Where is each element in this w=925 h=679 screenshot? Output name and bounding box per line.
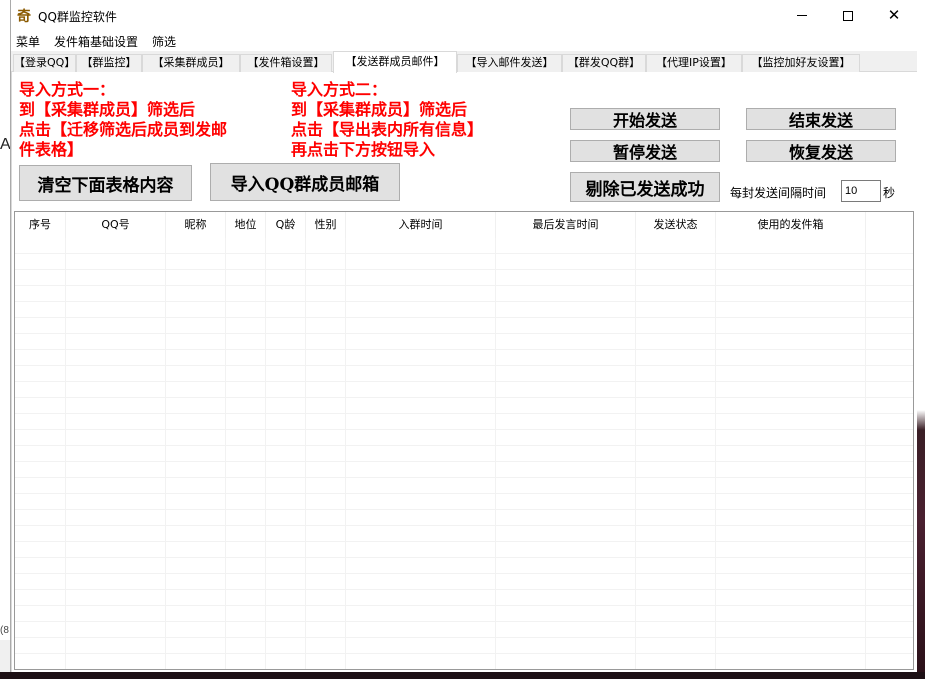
tab-proxy-ip-settings[interactable]: 【代理IP设置】 (646, 54, 742, 72)
desktop-background-right (917, 0, 925, 679)
method1-line1: 导入方式一： (19, 80, 116, 99)
tab-strip: 【登录QQ】 【群监控】 【采集群成员】 【发件箱设置】 【发送群成员邮件】 【… (11, 51, 917, 73)
table-header: 序号 QQ号 昵称 地位 Q龄 性别 入群时间 最后发言时间 发送状态 使用的发… (15, 212, 913, 238)
menu-bar: 菜单 发件箱基础设置 筛选 (11, 31, 917, 51)
resume-send-button[interactable]: 恢复发送 (746, 140, 896, 162)
column-header-last-speak-time[interactable]: 最后发言时间 (496, 212, 636, 238)
menu-outbox-settings[interactable]: 发件箱基础设置 (54, 33, 138, 50)
tab-send-member-emails[interactable]: 【发送群成员邮件】 (333, 51, 457, 73)
maximize-icon (843, 10, 853, 21)
minimize-button[interactable] (779, 0, 825, 31)
method1-line3: 点击【迁移筛选后成员到发邮 (19, 120, 228, 139)
member-email-table[interactable]: 序号 QQ号 昵称 地位 Q龄 性别 入群时间 最后发言时间 发送状态 使用的发… (14, 211, 914, 670)
method2-line2: 到【采集群成员】筛选后 (291, 100, 468, 119)
maximize-button[interactable] (825, 0, 871, 31)
start-send-button[interactable]: 开始发送 (570, 108, 720, 130)
tab-collect-members[interactable]: 【采集群成员】 (142, 54, 240, 72)
close-icon: ✕ (887, 6, 901, 24)
desktop-background-bottom (0, 672, 925, 679)
column-header-q-age[interactable]: Q龄 (266, 212, 306, 238)
tab-content-panel: 导入方式一： 到【采集群成员】筛选后 点击【迁移筛选后成员到发邮 件表格】 导入… (11, 72, 917, 672)
tab-monitor-add-friend[interactable]: 【监控加好友设置】 (742, 54, 860, 72)
method2-line4: 再点击下方按钮导入 (291, 140, 436, 159)
tab-group-monitor[interactable]: 【群监控】 (76, 54, 142, 72)
column-header-index[interactable]: 序号 (15, 212, 66, 238)
column-header-gender[interactable]: 性别 (306, 212, 346, 238)
tab-import-email-send[interactable]: 【导入邮件发送】 (457, 54, 562, 72)
column-header-role[interactable]: 地位 (226, 212, 266, 238)
column-header-send-status[interactable]: 发送状态 (636, 212, 716, 238)
method1-line2: 到【采集群成员】筛选后 (19, 100, 196, 119)
method2-line3: 点击【导出表内所有信息】 (291, 120, 484, 139)
title-bar[interactable]: 奇 QQ群监控软件 ✕ (11, 0, 917, 31)
app-window: 奇 QQ群监控软件 ✕ 菜单 发件箱基础设置 筛选 【登录QQ】 【群监控】 【… (10, 0, 917, 672)
table-body (15, 238, 913, 669)
remove-sent-success-button[interactable]: 剔除已发送成功 (570, 172, 720, 202)
send-interval-label: 每封发送间隔时间 (730, 186, 827, 200)
end-send-button[interactable]: 结束发送 (746, 108, 896, 130)
column-header-qq[interactable]: QQ号 (66, 212, 166, 238)
method1-line4: 件表格】 (19, 140, 84, 159)
method2-line1: 导入方式二： (291, 80, 388, 99)
send-interval-input[interactable]: 10 (841, 180, 881, 202)
column-header-used-outbox[interactable]: 使用的发件箱 (716, 212, 866, 238)
close-button[interactable]: ✕ (871, 0, 917, 31)
tab-outbox-settings[interactable]: 【发件箱设置】 (240, 54, 332, 72)
window-title: QQ群监控软件 (38, 10, 117, 24)
desktop-background-left (0, 0, 10, 679)
column-header-join-time[interactable]: 入群时间 (346, 212, 496, 238)
tab-mass-send-qq-group[interactable]: 【群发QQ群】 (562, 54, 646, 72)
clear-table-button[interactable]: 清空下面表格内容 (19, 165, 192, 201)
send-interval-unit: 秒 (883, 186, 896, 200)
pause-send-button[interactable]: 暂停发送 (570, 140, 720, 162)
menu-filter[interactable]: 筛选 (152, 33, 176, 50)
app-icon: 奇 (17, 9, 31, 25)
import-qq-member-emails-button[interactable]: 导入QQ群成员邮箱 (210, 163, 400, 201)
minimize-icon (797, 15, 807, 16)
background-window-glyph-2: (8 (0, 625, 9, 636)
menu-main[interactable]: 菜单 (16, 33, 40, 50)
tab-login-qq[interactable]: 【登录QQ】 (13, 54, 76, 72)
column-header-nickname[interactable]: 昵称 (166, 212, 226, 238)
